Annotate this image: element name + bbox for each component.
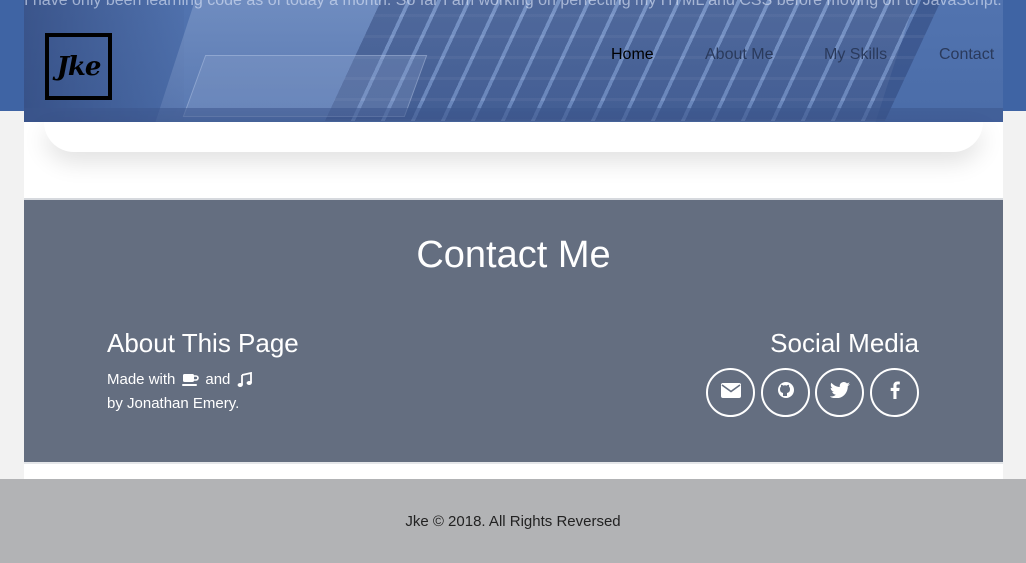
content-spacer [24, 122, 1003, 198]
social-media-heading: Social Media [770, 328, 919, 358]
about-page-heading: About This Page [107, 328, 299, 358]
email-button[interactable] [706, 368, 755, 417]
music-icon [236, 371, 254, 388]
nav-item-my-skills[interactable]: My Skills [824, 46, 887, 64]
and-text: and [205, 371, 231, 388]
social-icons [706, 368, 920, 418]
twitter-button[interactable] [815, 368, 864, 417]
facebook-icon [890, 381, 900, 404]
footer: Jke © 2018. All Rights Reversed [0, 479, 1026, 563]
contact-section: Contact Me About This Page Made with and [24, 198, 1003, 464]
github-button[interactable] [761, 368, 810, 417]
contact-title: Contact Me [416, 234, 611, 276]
navbar: Jke Home About Me My Skills Contact [0, 0, 1026, 111]
site-logo[interactable]: Jke [45, 33, 112, 100]
page: I have only been learning code as of tod… [0, 0, 1026, 563]
about-made-with-line: Made with and [107, 371, 260, 388]
nav-links: Home About Me My Skills Contact [0, 46, 1026, 66]
hero-drop-shadow [44, 122, 983, 152]
nav-item-about-me[interactable]: About Me [705, 46, 773, 64]
coffee-icon [181, 372, 199, 388]
nav-item-contact[interactable]: Contact [939, 46, 994, 64]
twitter-icon [829, 382, 850, 403]
facebook-button[interactable] [870, 368, 919, 417]
about-byline: by Jonathan Emery. [107, 395, 240, 412]
nav-item-home[interactable]: Home [611, 46, 654, 64]
contact-bottom-spacer [24, 464, 1003, 479]
github-icon [777, 381, 795, 404]
envelope-icon [720, 382, 741, 403]
made-with-text: Made with [107, 371, 176, 388]
footer-copyright: Jke © 2018. All Rights Reversed [405, 512, 621, 530]
